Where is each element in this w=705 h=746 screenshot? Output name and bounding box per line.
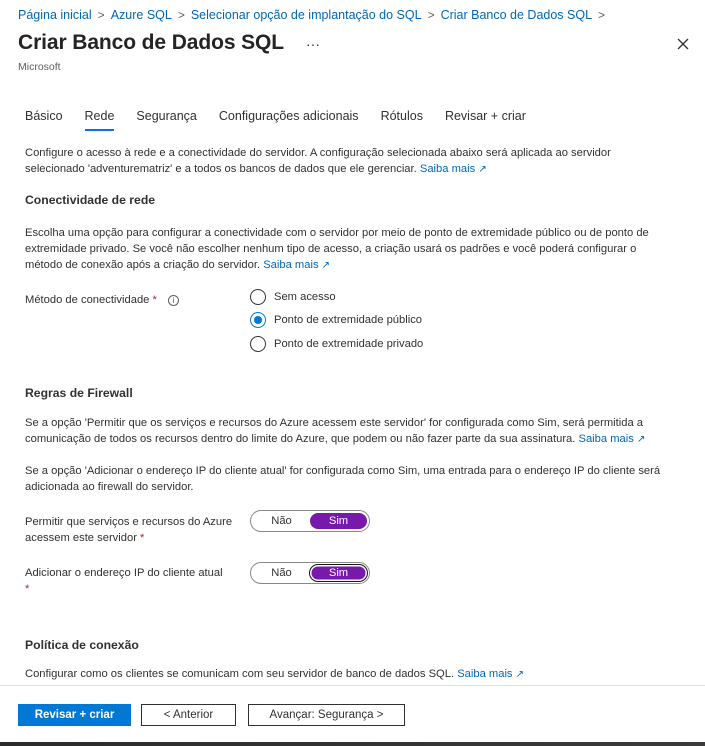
title-row: Criar Banco de Dados SQL ···	[18, 31, 320, 55]
network-learn-more-link[interactable]: Saiba mais	[263, 259, 318, 271]
toggle-option-yes[interactable]: Sim	[309, 564, 368, 582]
tab-rede[interactable]: Rede	[84, 109, 115, 131]
toggle-option-yes[interactable]: Sim	[310, 513, 367, 529]
breadcrumb-azure-sql[interactable]: Azure SQL	[111, 8, 172, 22]
firewall-description-1: Se a opção 'Permitir que os serviços e r…	[25, 415, 665, 448]
footer-divider	[0, 685, 705, 686]
required-marker: *	[152, 294, 157, 306]
breadcrumb-home[interactable]: Página inicial	[18, 8, 92, 22]
required-marker: *	[25, 583, 30, 595]
intro-text: Configure o acesso à rede e a conectivid…	[25, 145, 665, 178]
breadcrumb-deployment-option[interactable]: Selecionar opção de implantação do SQL	[191, 8, 422, 22]
breadcrumb: Página inicial > Azure SQL > Selecionar …	[18, 8, 611, 22]
external-link-icon: ↗	[478, 164, 487, 175]
radio-label: Ponto de extremidade público	[274, 314, 423, 326]
close-icon[interactable]	[675, 36, 691, 52]
firewall-desc1-text: Se a opção 'Permitir que os serviços e r…	[25, 417, 643, 445]
policy-learn-more-link[interactable]: Saiba mais	[457, 668, 512, 680]
next-security-button[interactable]: Avançar: Segurança >	[248, 704, 405, 726]
radio-circle-checked[interactable]	[250, 312, 266, 328]
radio-circle[interactable]	[250, 336, 266, 352]
breadcrumb-separator: >	[427, 8, 435, 22]
radio-label: Sem acesso	[274, 291, 336, 303]
firewall-heading: Regras de Firewall	[25, 386, 133, 400]
external-link-icon: ↗	[636, 434, 646, 445]
radio-public-endpoint[interactable]: Ponto de extremidade público	[250, 312, 422, 328]
footer-actions: Revisar + criar < Anterior Avançar: Segu…	[18, 704, 415, 726]
publisher-label: Microsoft	[18, 61, 61, 73]
allow-label-line1: Permitir que serviços e recursos do Azur…	[25, 516, 233, 528]
network-description: Escolha uma opção para configurar a cone…	[25, 225, 665, 274]
toggle-option-no[interactable]: Não	[253, 513, 310, 529]
tab-configuracoes-adicionais[interactable]: Configurações adicionais	[219, 109, 359, 131]
connection-policy-description: Configurar como os clientes se comunicam…	[25, 666, 665, 683]
network-desc-text: Escolha uma opção para configurar a cone…	[25, 227, 649, 271]
page-title: Criar Banco de Dados SQL	[18, 31, 284, 54]
radio-private-endpoint[interactable]: Ponto de extremidade privado	[250, 336, 423, 352]
breadcrumb-create-db[interactable]: Criar Banco de Dados SQL	[441, 8, 592, 22]
previous-button[interactable]: < Anterior	[141, 704, 236, 726]
window-bottom-edge	[0, 742, 705, 746]
allow-label-line2: acessem este servidor	[25, 532, 137, 544]
tab-bar: Básico Rede Segurança Configurações adic…	[25, 109, 548, 131]
required-marker: *	[140, 532, 145, 544]
firewall-learn-more-link[interactable]: Saiba mais	[579, 433, 634, 445]
connection-policy-heading: Política de conexão	[25, 638, 139, 652]
more-options-icon[interactable]: ···	[306, 36, 320, 52]
review-create-button[interactable]: Revisar + criar	[18, 704, 131, 726]
allow-azure-services-toggle[interactable]: Não Sim	[250, 510, 370, 532]
add-ip-text: Adicionar o endereço IP do cliente atual	[25, 567, 223, 579]
add-client-ip-toggle[interactable]: Não Sim	[250, 562, 370, 584]
policy-desc-text: Configurar como os clientes se comunicam…	[25, 668, 455, 680]
breadcrumb-separator: >	[97, 8, 105, 22]
tab-rotulos[interactable]: Rótulos	[381, 109, 423, 131]
breadcrumb-separator: >	[177, 8, 185, 22]
tab-revisar-criar[interactable]: Revisar + criar	[445, 109, 526, 131]
tab-basico[interactable]: Básico	[25, 109, 63, 131]
info-icon[interactable]: i	[167, 295, 179, 306]
tab-seguranca[interactable]: Segurança	[136, 109, 196, 131]
radio-no-access[interactable]: Sem acesso	[250, 289, 336, 305]
allow-azure-services-label: Permitir que serviços e recursos do Azur…	[25, 514, 232, 546]
toggle-option-no[interactable]: Não	[253, 565, 310, 581]
connectivity-method-text: Método de conectividade	[25, 294, 150, 306]
external-link-icon: ↗	[321, 260, 331, 271]
connectivity-method-label: Método de conectividade * i	[25, 292, 179, 308]
breadcrumb-separator: >	[598, 8, 606, 22]
radio-label: Ponto de extremidade privado	[274, 338, 424, 350]
network-heading: Conectividade de rede	[25, 193, 156, 207]
radio-circle[interactable]	[250, 289, 266, 305]
add-client-ip-label: Adicionar o endereço IP do cliente atual…	[25, 565, 223, 597]
intro-description: Configure o acesso à rede e a conectivid…	[25, 147, 611, 175]
firewall-description-2: Se a opção 'Adicionar o endereço IP do c…	[25, 465, 661, 493]
intro-learn-more-link[interactable]: Saiba mais	[420, 163, 475, 175]
external-link-icon: ↗	[515, 669, 525, 680]
